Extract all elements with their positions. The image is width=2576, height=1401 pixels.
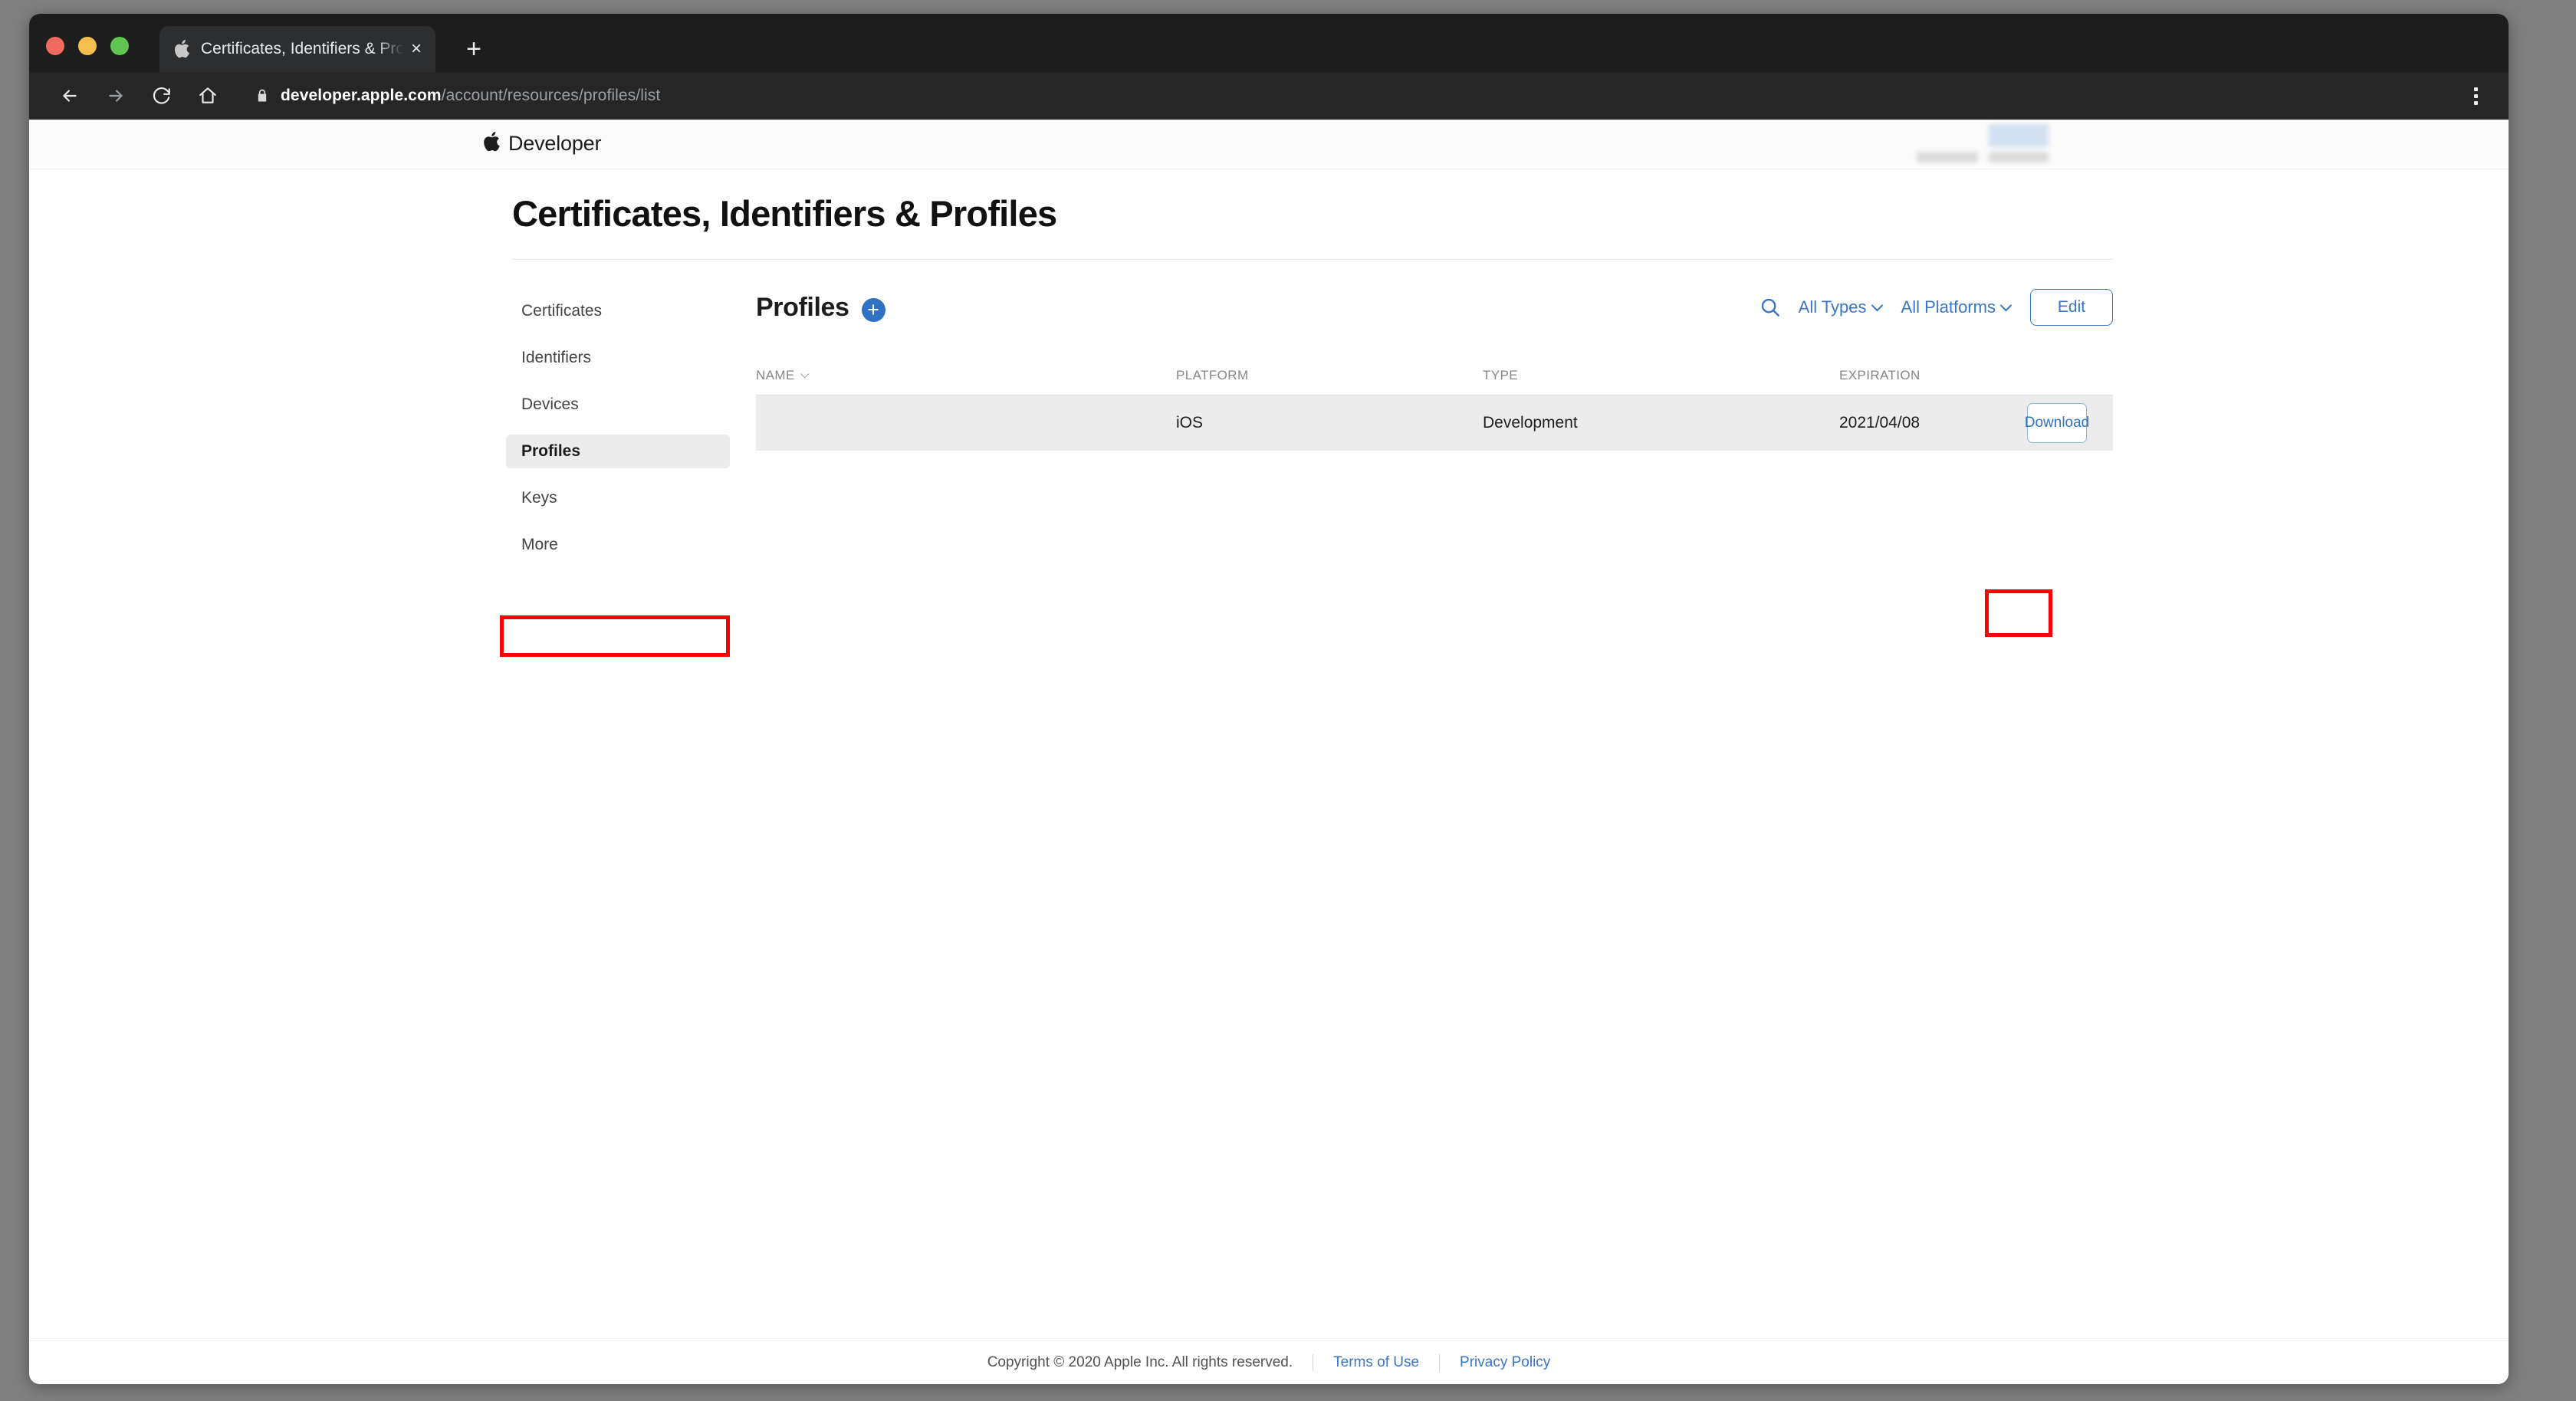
redaction-block [1989,124,2049,147]
page-footer: Copyright © 2020 Apple Inc. All rights r… [29,1340,2509,1384]
filter-all-types[interactable]: All Types [1798,297,1883,317]
sidebar-item-label: Keys [521,489,557,507]
developer-brand[interactable]: Developer [483,132,601,156]
copyright-text: Copyright © 2020 Apple Inc. All rights r… [987,1354,1293,1370]
search-icon[interactable] [1753,290,1788,325]
new-tab-button[interactable]: + [458,35,489,66]
table-header-row: NAME PLATFORM TYPE EXPIRATION [756,356,2113,395]
sidebar-item-label: Identifiers [521,349,592,366]
maximize-window-button[interactable] [110,37,129,55]
sidebar-item-label: Certificates [521,302,603,320]
tab-title: Certificates, Identifiers & Profiles [201,40,403,57]
redaction-block [1989,152,2049,162]
filter-all-platforms[interactable]: All Platforms [1901,297,2013,317]
profiles-panel: Profiles + All Types All Platforms Edit … [756,286,2113,451]
privacy-policy-link[interactable]: Privacy Policy [1460,1354,1550,1371]
sidebar-item-profiles[interactable]: Profiles [506,435,730,468]
page-body: Developer Certificates, Identifiers & Pr… [29,120,2509,1384]
address-bar[interactable]: developer.apple.com/account/resources/pr… [281,87,660,105]
address-host: developer.apple.com [281,87,442,104]
chevron-down-icon [1871,299,1883,311]
title-divider [512,259,2113,260]
sidebar-item-more[interactable]: More [506,528,730,562]
window-controls [46,37,129,55]
sidebar-item-label: Profiles [521,442,581,460]
cell-expiration: 2021/04/08 [1839,414,1921,431]
filter-label: All Platforms [1901,297,1996,317]
sidebar-item-label: More [521,536,558,553]
add-profile-button[interactable]: + [861,297,886,322]
forward-arrow-icon[interactable] [98,78,133,113]
brand-label: Developer [508,132,602,155]
lock-icon [255,87,270,104]
browser-toolbar: developer.apple.com/account/resources/pr… [29,72,2509,120]
annotation-box-download [1985,589,2052,637]
edit-button[interactable]: Edit [2030,289,2113,326]
sidebar-item-keys[interactable]: Keys [506,481,730,515]
home-icon[interactable] [190,78,225,113]
sidebar-item-devices[interactable]: Devices [506,388,730,422]
annotation-box-profiles [500,615,730,657]
browser-tab[interactable]: Certificates, Identifiers & Profiles × [159,26,435,72]
close-tab-icon[interactable]: × [403,36,429,62]
download-button[interactable]: Download [2025,403,2089,443]
cell-type: Development [1483,414,1578,431]
sort-chevron-down-icon [800,369,810,379]
column-header-expiration: EXPIRATION [1839,368,1921,382]
panel-header: Profiles + All Types All Platforms Edit [756,286,2113,329]
close-window-button[interactable] [46,37,64,55]
sidebar-item-identifiers[interactable]: Identifiers [506,341,730,375]
chevron-down-icon [1999,299,2013,311]
column-header-type: TYPE [1483,368,1519,382]
panel-title: Profiles [756,292,849,322]
redaction-block [1917,152,1978,162]
column-header-platform: PLATFORM [1176,368,1249,382]
footer-divider [1439,1354,1441,1371]
cell-action: Download [2025,403,2113,443]
column-header-label: NAME [756,368,795,382]
table-row[interactable]: iOS Development 2021/04/08 Download [756,395,2113,451]
minimize-window-button[interactable] [78,37,97,55]
apple-logo-icon [173,39,190,59]
page-title: Certificates, Identifiers & Profiles [512,193,1057,234]
address-path: /account/resources/profiles/list [441,87,661,104]
tab-strip: Certificates, Identifiers & Profiles × + [29,14,2509,72]
back-arrow-icon[interactable] [52,78,87,113]
panel-toolbar: All Types All Platforms Edit [1753,289,2113,326]
sidebar-item-certificates[interactable]: Certificates [506,294,730,328]
reload-icon[interactable] [144,78,179,113]
site-header: Developer [29,120,2509,169]
cell-platform: iOS [1176,414,1204,431]
browser-window: Certificates, Identifiers & Profiles × +… [29,14,2509,1384]
terms-of-use-link[interactable]: Terms of Use [1333,1354,1419,1371]
kebab-menu-icon[interactable] [2463,83,2489,109]
sidebar-nav: Certificates Identifiers Devices Profile… [506,294,730,575]
sidebar-item-label: Devices [521,395,579,413]
column-header-name[interactable]: NAME [756,368,1176,383]
filter-label: All Types [1798,297,1867,317]
apple-logo-icon [483,132,500,156]
account-info-redacted[interactable] [1917,124,2049,162]
profiles-table: NAME PLATFORM TYPE EXPIRATION iOS Develo… [756,356,2113,451]
